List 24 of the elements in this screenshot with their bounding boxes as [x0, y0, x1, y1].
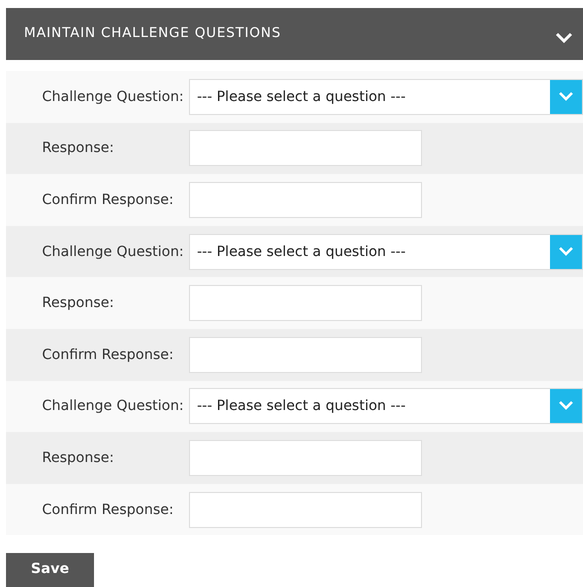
- chevron-icon: [558, 92, 574, 102]
- input-field[interactable]: [189, 440, 422, 476]
- question-dropdown[interactable]: --- Please select a question ---: [189, 234, 583, 270]
- input-field[interactable]: [189, 182, 422, 218]
- question-dropdown[interactable]: --- Please select a question ---: [189, 78, 583, 115]
- input-field[interactable]: [189, 492, 422, 528]
- field-label: Response:: [41, 295, 115, 312]
- field-label: Challenge Question:: [41, 244, 185, 260]
- field-label: Confirm Response:: [41, 502, 175, 518]
- field-label: Confirm Response:: [41, 192, 175, 208]
- input-field[interactable]: [189, 130, 422, 166]
- field-label: Challenge Question:: [41, 398, 185, 414]
- field-label: Challenge Question:: [41, 88, 185, 105]
- field-label: Confirm Response:: [41, 346, 175, 363]
- panel-title: MAINTAIN CHALLENGE QUESTIONS: [24, 25, 282, 41]
- field-label: Response:: [41, 140, 115, 156]
- chevron-icon[interactable]: [555, 32, 573, 44]
- field-label: Response:: [41, 450, 115, 466]
- question-dropdown[interactable]: --- Please select a question ---: [189, 388, 583, 424]
- save-button[interactable]: Save: [6, 553, 94, 587]
- input-field[interactable]: [189, 285, 422, 322]
- chevron-icon: [558, 401, 574, 412]
- chevron-icon: [558, 246, 574, 257]
- input-field[interactable]: [189, 336, 422, 373]
